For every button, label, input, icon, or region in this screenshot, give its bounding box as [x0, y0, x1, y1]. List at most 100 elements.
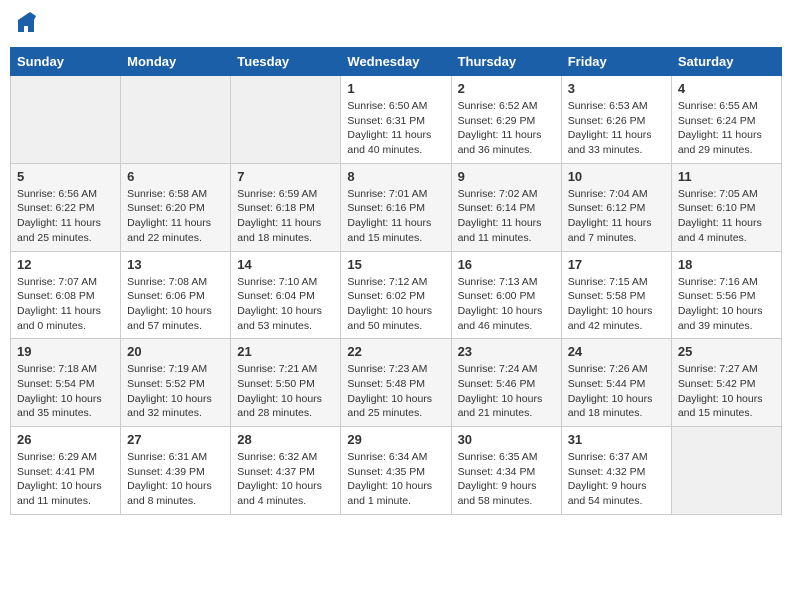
day-number: 7	[237, 169, 334, 184]
calendar-table: SundayMondayTuesdayWednesdayThursdayFrid…	[10, 47, 782, 515]
day-info: Sunrise: 7:04 AM Sunset: 6:12 PM Dayligh…	[568, 187, 665, 246]
day-info: Sunrise: 6:59 AM Sunset: 6:18 PM Dayligh…	[237, 187, 334, 246]
weekday-header: Thursday	[451, 48, 561, 76]
calendar-cell: 11 Sunrise: 7:05 AM Sunset: 6:10 PM Dayli…	[671, 163, 781, 251]
day-number: 4	[678, 81, 775, 96]
day-info: Sunrise: 6:37 AM Sunset: 4:32 PM Dayligh…	[568, 450, 665, 509]
day-number: 29	[347, 432, 444, 447]
weekday-header: Saturday	[671, 48, 781, 76]
calendar-cell	[121, 76, 231, 164]
weekday-header: Monday	[121, 48, 231, 76]
day-info: Sunrise: 6:35 AM Sunset: 4:34 PM Dayligh…	[458, 450, 555, 509]
calendar-cell: 19 Sunrise: 7:18 AM Sunset: 5:54 PM Dayli…	[11, 339, 121, 427]
day-number: 24	[568, 344, 665, 359]
day-number: 15	[347, 257, 444, 272]
day-number: 6	[127, 169, 224, 184]
weekday-header: Wednesday	[341, 48, 451, 76]
day-info: Sunrise: 7:23 AM Sunset: 5:48 PM Dayligh…	[347, 362, 444, 421]
day-info: Sunrise: 6:34 AM Sunset: 4:35 PM Dayligh…	[347, 450, 444, 509]
day-number: 22	[347, 344, 444, 359]
calendar-cell: 1 Sunrise: 6:50 AM Sunset: 6:31 PM Daylig…	[341, 76, 451, 164]
day-info: Sunrise: 6:32 AM Sunset: 4:37 PM Dayligh…	[237, 450, 334, 509]
day-number: 12	[17, 257, 114, 272]
day-info: Sunrise: 7:02 AM Sunset: 6:14 PM Dayligh…	[458, 187, 555, 246]
day-info: Sunrise: 7:27 AM Sunset: 5:42 PM Dayligh…	[678, 362, 775, 421]
calendar-cell	[671, 427, 781, 515]
day-info: Sunrise: 7:21 AM Sunset: 5:50 PM Dayligh…	[237, 362, 334, 421]
logo-icon	[16, 10, 40, 34]
day-info: Sunrise: 7:10 AM Sunset: 6:04 PM Dayligh…	[237, 275, 334, 334]
calendar-cell: 28 Sunrise: 6:32 AM Sunset: 4:37 PM Dayli…	[231, 427, 341, 515]
day-info: Sunrise: 7:07 AM Sunset: 6:08 PM Dayligh…	[17, 275, 114, 334]
day-info: Sunrise: 6:55 AM Sunset: 6:24 PM Dayligh…	[678, 99, 775, 158]
day-info: Sunrise: 6:58 AM Sunset: 6:20 PM Dayligh…	[127, 187, 224, 246]
day-number: 30	[458, 432, 555, 447]
day-info: Sunrise: 7:18 AM Sunset: 5:54 PM Dayligh…	[17, 362, 114, 421]
calendar-cell: 8 Sunrise: 7:01 AM Sunset: 6:16 PM Daylig…	[341, 163, 451, 251]
calendar-cell: 30 Sunrise: 6:35 AM Sunset: 4:34 PM Dayli…	[451, 427, 561, 515]
calendar-cell: 27Sunrise: 6:31 AM Sunset: 4:39 PM Dayli…	[121, 427, 231, 515]
calendar-cell: 7 Sunrise: 6:59 AM Sunset: 6:18 PM Daylig…	[231, 163, 341, 251]
day-number: 19	[17, 344, 114, 359]
day-info: Sunrise: 7:08 AM Sunset: 6:06 PM Dayligh…	[127, 275, 224, 334]
calendar-cell	[11, 76, 121, 164]
day-number: 18	[678, 257, 775, 272]
calendar-cell: 22 Sunrise: 7:23 AM Sunset: 5:48 PM Dayli…	[341, 339, 451, 427]
day-info: Sunrise: 6:50 AM Sunset: 6:31 PM Dayligh…	[347, 99, 444, 158]
day-number: 8	[347, 169, 444, 184]
page-header	[10, 10, 782, 39]
calendar-cell: 12 Sunrise: 7:07 AM Sunset: 6:08 PM Dayli…	[11, 251, 121, 339]
day-number: 1	[347, 81, 444, 96]
day-info: Sunrise: 7:12 AM Sunset: 6:02 PM Dayligh…	[347, 275, 444, 334]
day-number: 31	[568, 432, 665, 447]
day-number: 17	[568, 257, 665, 272]
day-info: Sunrise: 6:52 AM Sunset: 6:29 PM Dayligh…	[458, 99, 555, 158]
logo-text	[14, 10, 40, 39]
calendar-cell: 9 Sunrise: 7:02 AM Sunset: 6:14 PM Daylig…	[451, 163, 561, 251]
calendar-cell: 5 Sunrise: 6:56 AM Sunset: 6:22 PM Daylig…	[11, 163, 121, 251]
day-info: Sunrise: 7:01 AM Sunset: 6:16 PM Dayligh…	[347, 187, 444, 246]
calendar-cell: 6 Sunrise: 6:58 AM Sunset: 6:20 PM Daylig…	[121, 163, 231, 251]
day-number: 5	[17, 169, 114, 184]
weekday-header: Friday	[561, 48, 671, 76]
day-number: 20	[127, 344, 224, 359]
day-number: 28	[237, 432, 334, 447]
calendar-cell: 16 Sunrise: 7:13 AM Sunset: 6:00 PM Dayli…	[451, 251, 561, 339]
day-number: 9	[458, 169, 555, 184]
weekday-header: Tuesday	[231, 48, 341, 76]
calendar-cell: 4 Sunrise: 6:55 AM Sunset: 6:24 PM Daylig…	[671, 76, 781, 164]
day-number: 13	[127, 257, 224, 272]
calendar-cell: 2 Sunrise: 6:52 AM Sunset: 6:29 PM Daylig…	[451, 76, 561, 164]
day-number: 16	[458, 257, 555, 272]
day-info: Sunrise: 7:13 AM Sunset: 6:00 PM Dayligh…	[458, 275, 555, 334]
calendar-cell: 18 Sunrise: 7:16 AM Sunset: 5:56 PM Dayli…	[671, 251, 781, 339]
calendar-cell: 17Sunrise: 7:15 AM Sunset: 5:58 PM Dayli…	[561, 251, 671, 339]
day-number: 2	[458, 81, 555, 96]
calendar-cell: 3 Sunrise: 6:53 AM Sunset: 6:26 PM Daylig…	[561, 76, 671, 164]
day-info: Sunrise: 6:31 AM Sunset: 4:39 PM Dayligh…	[127, 450, 224, 509]
day-info: Sunrise: 6:53 AM Sunset: 6:26 PM Dayligh…	[568, 99, 665, 158]
calendar-cell: 13 Sunrise: 7:08 AM Sunset: 6:06 PM Dayli…	[121, 251, 231, 339]
day-info: Sunrise: 7:19 AM Sunset: 5:52 PM Dayligh…	[127, 362, 224, 421]
calendar-cell: 31 Sunrise: 6:37 AM Sunset: 4:32 PM Dayli…	[561, 427, 671, 515]
day-number: 26	[17, 432, 114, 447]
day-number: 25	[678, 344, 775, 359]
day-number: 11	[678, 169, 775, 184]
day-number: 23	[458, 344, 555, 359]
day-info: Sunrise: 6:29 AM Sunset: 4:41 PM Dayligh…	[17, 450, 114, 509]
day-number: 3	[568, 81, 665, 96]
day-info: Sunrise: 6:56 AM Sunset: 6:22 PM Dayligh…	[17, 187, 114, 246]
calendar-cell: 10 Sunrise: 7:04 AM Sunset: 6:12 PM Dayli…	[561, 163, 671, 251]
weekday-header: Sunday	[11, 48, 121, 76]
calendar-cell: 20 Sunrise: 7:19 AM Sunset: 5:52 PM Dayli…	[121, 339, 231, 427]
calendar-cell: 29 Sunrise: 6:34 AM Sunset: 4:35 PM Dayli…	[341, 427, 451, 515]
day-number: 10	[568, 169, 665, 184]
calendar-cell: 21Sunrise: 7:21 AM Sunset: 5:50 PM Dayli…	[231, 339, 341, 427]
day-info: Sunrise: 7:16 AM Sunset: 5:56 PM Dayligh…	[678, 275, 775, 334]
calendar-cell: 14 Sunrise: 7:10 AM Sunset: 6:04 PM Dayli…	[231, 251, 341, 339]
day-info: Sunrise: 7:24 AM Sunset: 5:46 PM Dayligh…	[458, 362, 555, 421]
day-info: Sunrise: 7:05 AM Sunset: 6:10 PM Dayligh…	[678, 187, 775, 246]
calendar-cell: 25 Sunrise: 7:27 AM Sunset: 5:42 PM Dayli…	[671, 339, 781, 427]
day-number: 14	[237, 257, 334, 272]
calendar-cell: 15 Sunrise: 7:12 AM Sunset: 6:02 PM Dayli…	[341, 251, 451, 339]
